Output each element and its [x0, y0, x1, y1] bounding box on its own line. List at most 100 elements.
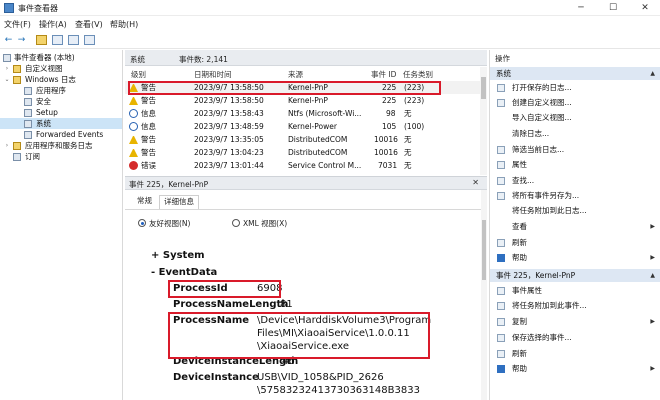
action-save-all-events[interactable]: 将所有事件另存为...: [490, 190, 660, 202]
cell-datetime: 2023/9/7 13:58:50: [194, 96, 264, 105]
action-save-selected-events[interactable]: 保存选择的事件...: [490, 332, 660, 344]
collapse-icon[interactable]: ▲: [650, 269, 655, 282]
action-refresh[interactable]: 刷新: [490, 237, 660, 249]
cell-level: 信息: [141, 122, 156, 131]
computer-icon: [3, 54, 11, 62]
tree-item-security[interactable]: 安全: [0, 96, 122, 107]
menu-file[interactable]: 文件(F): [4, 19, 31, 30]
table-row[interactable]: 信息 2023/9/7 13:48:59 Kernel-Power 105 (1…: [125, 120, 481, 133]
cell-category: 无: [404, 161, 412, 170]
table-row[interactable]: 警告 2023/9/7 13:04:23 DistributedCOM 1001…: [125, 146, 481, 159]
table-row[interactable]: 警告 2023/9/7 13:58:50 Kernel-PnP 225 (223…: [125, 94, 481, 107]
action-label: 事件属性: [512, 286, 542, 295]
maximize-button[interactable]: ☐: [598, 0, 628, 16]
action-filter-current-log[interactable]: 筛选当前日志...: [490, 144, 660, 156]
table-row[interactable]: 错误 2023/9/7 13:01:44 Service Control M..…: [125, 159, 481, 172]
tree-item-label: Setup: [36, 108, 58, 117]
scroll-thumb[interactable]: [482, 220, 486, 280]
column-task-category[interactable]: 任务类别: [403, 69, 433, 80]
tree-item-label: Forwarded Events: [36, 130, 104, 139]
help-icon[interactable]: [68, 35, 79, 45]
close-button[interactable]: ✕: [630, 0, 660, 16]
scroll-thumb[interactable]: [481, 77, 486, 99]
action-pane-icon[interactable]: [84, 35, 95, 45]
subscription-icon: [13, 153, 21, 161]
tree-item-windows-logs[interactable]: ⌄ Windows 日志: [0, 74, 122, 85]
highlight-box-selected-event: [128, 81, 441, 95]
expand-icon[interactable]: ›: [3, 140, 11, 151]
column-source[interactable]: 来源: [288, 69, 303, 80]
action-attach-task-to-log[interactable]: 将任务附加到此日志...: [490, 205, 660, 217]
system-node[interactable]: + System: [151, 250, 205, 262]
folder-icon[interactable]: [36, 35, 47, 45]
menu-action[interactable]: 操作(A): [39, 19, 67, 30]
task-icon: [497, 302, 505, 310]
action-help[interactable]: 帮助 ▶: [490, 252, 660, 264]
radio-friendly-view[interactable]: [138, 219, 146, 227]
column-level[interactable]: 级别: [131, 69, 146, 80]
action-label: 刷新: [512, 349, 527, 358]
action-label: 查找...: [512, 176, 535, 185]
help-icon: [497, 365, 505, 373]
action-label: 帮助: [512, 364, 527, 373]
action-create-custom-view[interactable]: 创建自定义视图...: [490, 97, 660, 109]
tab-general[interactable]: 常规: [133, 195, 156, 209]
action-copy[interactable]: 复制 ▶: [490, 316, 660, 328]
action-label: 保存选择的事件...: [512, 333, 572, 342]
tree-item-setup[interactable]: Setup: [0, 107, 122, 118]
tree-item-root[interactable]: 事件查看器 (本地): [0, 52, 122, 63]
cell-category: 无: [404, 135, 412, 144]
properties-icon: [497, 287, 505, 295]
action-clear-log[interactable]: 清除日志...: [490, 128, 660, 140]
actions-section-system[interactable]: 系统 ▲: [490, 67, 660, 80]
cell-level: 警告: [141, 96, 156, 105]
action-properties[interactable]: 属性: [490, 159, 660, 171]
close-icon[interactable]: ✕: [472, 178, 479, 187]
action-attach-task-to-event[interactable]: 将任务附加到此事件...: [490, 300, 660, 312]
actions-section-event[interactable]: 事件 225，Kernel-PnP ▲: [490, 269, 660, 282]
expand-icon[interactable]: ›: [3, 63, 11, 74]
highlight-box-process-name: [168, 312, 430, 359]
menu-view[interactable]: 查看(V): [75, 19, 103, 30]
cell-event-id: 225: [382, 96, 397, 105]
back-icon[interactable]: ←: [2, 34, 15, 46]
error-icon: [129, 161, 138, 170]
table-row[interactable]: 警告 2023/9/7 13:35:05 DistributedCOM 1001…: [125, 133, 481, 146]
tree-item-application[interactable]: 应用程序: [0, 85, 122, 96]
radio-xml-view[interactable]: [232, 219, 240, 227]
tree-item-system[interactable]: 系统: [0, 118, 122, 129]
action-view[interactable]: 查看 ▶: [490, 221, 660, 233]
action-find[interactable]: 查找...: [490, 175, 660, 187]
action-label: 导入自定义视图...: [512, 113, 572, 122]
tree-item-app-service-logs[interactable]: › 应用程序和服务日志: [0, 140, 122, 151]
cell-event-id: 7031: [378, 161, 398, 170]
eventdata-node[interactable]: - EventData: [151, 267, 217, 279]
collapse-icon[interactable]: ▲: [650, 67, 655, 80]
forward-icon[interactable]: →: [15, 34, 28, 46]
collapse-icon[interactable]: ⌄: [3, 74, 11, 85]
properties-icon: [497, 161, 505, 169]
tree-item-forwarded-events[interactable]: Forwarded Events: [0, 129, 122, 140]
action-help-event[interactable]: 帮助 ▶: [490, 363, 660, 375]
action-open-saved-log[interactable]: 打开保存的日志...: [490, 82, 660, 94]
column-event-id[interactable]: 事件 ID: [371, 69, 396, 80]
detail-tabs: 常规 详细信息: [125, 191, 481, 209]
log-icon: [24, 131, 32, 139]
action-event-properties[interactable]: 事件属性: [490, 285, 660, 297]
action-label: 创建自定义视图...: [512, 98, 572, 107]
action-import-custom-view[interactable]: 导入自定义视图...: [490, 112, 660, 124]
filter-icon: [497, 146, 505, 154]
minimize-button[interactable]: ─: [566, 0, 596, 16]
detail-scrollbar[interactable]: [481, 190, 487, 400]
table-row[interactable]: 信息 2023/9/7 13:58:43 Ntfs (Microsoft-Wi.…: [125, 107, 481, 120]
action-label: 将任务附加到此日志...: [512, 206, 587, 215]
cell-datetime: 2023/9/7 13:01:44: [194, 161, 264, 170]
event-list-scrollbar[interactable]: [480, 67, 487, 175]
console-tree-icon[interactable]: [52, 35, 63, 45]
tab-details[interactable]: 详细信息: [159, 195, 199, 209]
tree-item-subscriptions[interactable]: 订阅: [0, 151, 122, 162]
action-refresh-event[interactable]: 刷新: [490, 348, 660, 360]
tree-item-custom-views[interactable]: › 自定义视图: [0, 63, 122, 74]
menu-help[interactable]: 帮助(H): [110, 19, 138, 30]
column-datetime[interactable]: 日期和时间: [194, 69, 232, 80]
